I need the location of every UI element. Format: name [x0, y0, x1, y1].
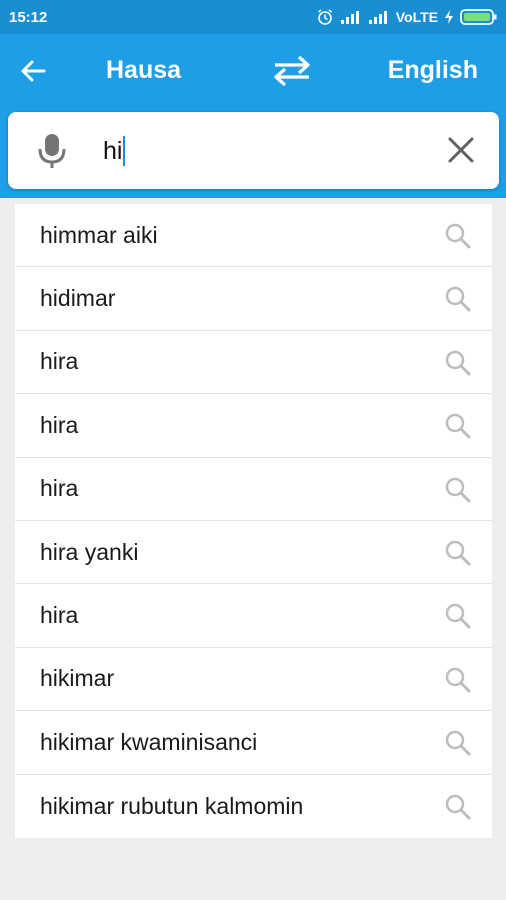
source-language-button[interactable]: Hausa [106, 56, 181, 85]
network-type: VoLTE [395, 9, 438, 25]
search-icon [445, 540, 471, 566]
suggestion-item[interactable]: hikimar kwaminisanci [15, 711, 492, 775]
suggestion-item[interactable]: hira [15, 394, 492, 458]
signal-icon [340, 11, 359, 24]
close-icon[interactable] [445, 134, 477, 166]
alarm-icon [317, 9, 332, 25]
search-icon [445, 477, 471, 503]
signal-icon-2 [368, 11, 387, 24]
target-language-button[interactable]: English [388, 56, 478, 85]
search-icon [445, 287, 471, 312]
suggestion-item[interactable]: hidimar [15, 267, 492, 331]
status-icons: VoLTE [316, 8, 498, 26]
search-icon [445, 350, 471, 376]
suggestion-text: hira [40, 475, 79, 502]
suggestion-text: himmar aiki [40, 221, 158, 248]
suggestion-text: hikimar [40, 665, 115, 692]
back-arrow-icon[interactable] [18, 56, 48, 86]
suggestion-item[interactable]: hikimar [15, 648, 492, 712]
suggestion-item[interactable]: hira yanki [15, 521, 492, 585]
search-icon [445, 730, 471, 756]
microphone-icon[interactable] [34, 132, 70, 170]
charging-icon [445, 10, 453, 24]
suggestion-list: himmar aiki hidimar hira hira hira hira … [15, 204, 492, 838]
swap-languages-icon[interactable] [271, 53, 313, 87]
search-icon [445, 413, 471, 439]
status-bar: 15:12 VoLTE [0, 0, 506, 34]
search-icon [445, 223, 471, 249]
battery-icon [460, 9, 497, 25]
suggestion-text: hira [40, 348, 79, 375]
suggestion-item[interactable]: himmar aiki [15, 204, 492, 268]
app-bar: Hausa English [0, 34, 506, 108]
suggestion-item[interactable]: hira [15, 584, 492, 648]
search-icon [445, 667, 471, 693]
text-cursor [123, 136, 126, 166]
search-icon [445, 794, 471, 820]
search-input[interactable]: hi [103, 134, 126, 168]
suggestion-item[interactable]: hira [15, 331, 492, 395]
search-icon [445, 604, 471, 629]
status-time: 15:12 [9, 8, 48, 26]
search-box: hi [8, 112, 499, 189]
suggestion-text: hira [40, 602, 79, 629]
suggestion-text: hira yanki [40, 538, 139, 565]
suggestion-item[interactable]: hira [15, 458, 492, 521]
suggestion-item[interactable]: hikimar rubutun kalmomin [15, 775, 492, 838]
suggestion-text: hidimar [40, 285, 116, 312]
search-input-value: hi [103, 136, 123, 165]
suggestion-text: hira [40, 411, 79, 438]
suggestion-text: hikimar rubutun kalmomin [40, 792, 304, 819]
suggestion-text: hikimar kwaminisanci [40, 728, 258, 755]
